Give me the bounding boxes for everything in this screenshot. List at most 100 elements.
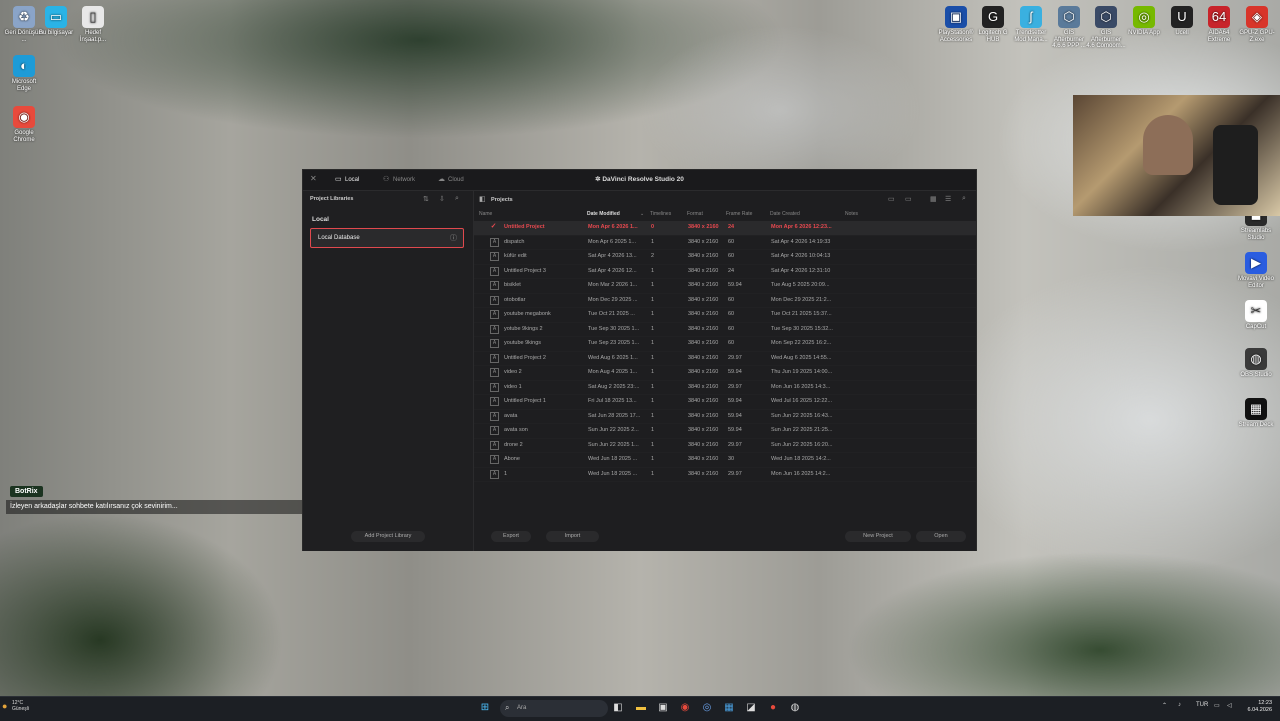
import-button[interactable]: Import xyxy=(546,531,599,542)
tray-chevron-icon[interactable]: ⌃ xyxy=(1162,702,1167,709)
project-frame-rate: 24 xyxy=(728,267,735,274)
file-explorer-icon[interactable]: ▬ xyxy=(634,701,648,715)
project-date-modified: Sat Apr 4 2026 13... xyxy=(588,253,637,259)
project-row[interactable]: Adrone 2 Sun Jun 22 2025 1... 1 3840 x 2160… xyxy=(474,439,976,453)
app2-icon[interactable]: ◎ xyxy=(700,701,714,715)
col-name[interactable]: Name xyxy=(479,211,492,217)
new-project-button[interactable]: New Project xyxy=(845,531,911,542)
chrome-icon[interactable]: ◉ xyxy=(678,701,692,715)
resolve-taskbar-icon[interactable]: ◪ xyxy=(744,701,758,715)
task-view-icon[interactable]: ◧ xyxy=(611,701,625,715)
project-row[interactable]: ✓ Untitled Project Mon Apr 6 2026 1... 0 384… xyxy=(474,221,976,236)
project-row[interactable]: Aküfür edit Sat Apr 4 2026 13... 2 3840 x 2… xyxy=(474,250,976,265)
col-timelines[interactable]: Timelines xyxy=(650,211,671,217)
project-timelines: 1 xyxy=(651,238,655,245)
clock[interactable]: 12:23 6.04.2026 xyxy=(1248,700,1272,715)
project-name: Untitled Project 1 xyxy=(504,398,546,404)
obs-icon: ◍ xyxy=(1245,348,1267,370)
col-date-created[interactable]: Date Created xyxy=(770,211,800,217)
desktop-icon[interactable]: ▶ Movavi Video Editor xyxy=(1236,252,1276,289)
network-icon[interactable]: ▭ xyxy=(1214,702,1220,709)
col-format[interactable]: Format xyxy=(687,211,703,217)
desktop-icon[interactable]: ◉ Google Chrome xyxy=(4,106,44,143)
import-library-icon[interactable]: ⇩ xyxy=(439,195,445,203)
library-item-label: Local Database xyxy=(318,235,360,241)
new-folder-icon[interactable]: ▭ xyxy=(888,195,895,203)
project-row[interactable]: Abisiklet Mon Mar 2 2026 1... 1 3840 x 2160… xyxy=(474,279,976,294)
project-date-created: Sat Apr 4 2026 14:19:33 xyxy=(771,238,831,245)
library-item-local-database[interactable]: Local Database ⓘ xyxy=(310,228,464,248)
info-icon[interactable]: ⓘ xyxy=(450,233,457,243)
webcam-person xyxy=(1143,115,1193,175)
project-row[interactable]: Avideo 1 Sat Aug 2 2025 23:... 1 3840 x 216… xyxy=(474,381,976,395)
desktop-icon[interactable]: ✂ CapCut xyxy=(1236,300,1276,331)
volume-icon[interactable]: ◁ xyxy=(1227,702,1232,709)
project-date-created: Thu Jun 19 2025 14:00... xyxy=(771,369,833,375)
export-button[interactable]: Export xyxy=(491,531,531,542)
obs-taskbar-icon[interactable]: ◍ xyxy=(788,701,802,715)
panel-toggle-icon[interactable]: ◧ xyxy=(479,195,486,203)
desktop-icon[interactable]: ▭ Bu bilgisayar xyxy=(36,6,76,37)
col-frame-rate[interactable]: Frame Rate xyxy=(726,211,752,217)
desktop-icon[interactable]: ▯ Hedef İnşaat.p... xyxy=(73,6,113,43)
weather-widget[interactable]: 12°C Güneşli xyxy=(12,700,29,712)
language-indicator[interactable]: TUR xyxy=(1196,702,1208,708)
project-row[interactable]: A Abone Wed Jun 18 2025 ... 1 3840 x 2160 30 W… xyxy=(474,453,976,468)
folder-icon[interactable]: ▭ xyxy=(905,195,912,203)
project-row[interactable]: Aotobotlar Mon Dec 29 2025 ... 1 3840 x 216… xyxy=(474,294,976,308)
app-icon[interactable]: ▣ xyxy=(656,701,670,715)
col-notes[interactable]: Notes xyxy=(845,211,858,217)
desktop-icon[interactable]: ◈ GPU-Z GPU-Z.exe xyxy=(1237,6,1277,43)
desktop-icon[interactable]: G Logitech G HUB xyxy=(973,6,1013,43)
app-title: ✲ DaVinci Resolve Studio 20 xyxy=(595,176,684,183)
search-box[interactable]: ⌕ Ara xyxy=(500,700,608,717)
record-icon[interactable]: ● xyxy=(766,701,780,715)
search-icon[interactable]: ⌕ xyxy=(455,195,459,203)
project-libraries-header: Project Libraries xyxy=(310,196,354,202)
mic-icon[interactable]: ♪ xyxy=(1178,702,1181,708)
col-date-modified[interactable]: Date Modified xyxy=(587,211,620,217)
desktop-icon[interactable]: ⬡ GIS Afterburner 4.6 Comoom... xyxy=(1086,6,1126,50)
afterburner2-icon: ⬡ xyxy=(1095,6,1117,28)
project-row[interactable]: A Untitled Project 2 Wed Aug 6 2025 1... 1 3… xyxy=(474,352,976,366)
weather-icon[interactable]: ● xyxy=(2,701,7,711)
project-row[interactable]: A Untitled Project 1 Fri Jul 18 2025 13...… xyxy=(474,395,976,410)
project-icon: A xyxy=(490,353,499,363)
list-view-icon[interactable]: ☰ xyxy=(945,195,951,203)
project-row[interactable]: Ayoutube megabonk Tue Oct 21 2025 ... 1 384… xyxy=(474,308,976,323)
project-frame-rate: 29.97 xyxy=(728,470,742,477)
project-name: dispatch xyxy=(504,238,525,245)
project-row[interactable]: A 1 Wed Jun 18 2025 ... 1 3840 x 2160 29.97 Mo… xyxy=(474,468,976,482)
desktop-icon-label: PlayStation® Accessories xyxy=(938,30,974,43)
add-project-library-button[interactable]: Add Project Library xyxy=(351,531,425,542)
desktop-icon[interactable]: ◐ Microsoft Edge xyxy=(4,55,44,92)
project-row[interactable]: Adispatch Mon Apr 6 2025 1... 1 3840 x 2160… xyxy=(474,236,976,250)
open-button[interactable]: Open xyxy=(916,531,966,542)
project-row[interactable]: Ayoutube 9kings Tue Sep 23 2025 1... 1 3840… xyxy=(474,337,976,352)
search-icon[interactable]: ⌕ xyxy=(962,195,966,203)
desktop-icon[interactable]: ◍ OBS Studio xyxy=(1236,348,1276,379)
gpuz-icon: ◈ xyxy=(1246,6,1268,28)
desktop-icon[interactable]: U Ucell xyxy=(1162,6,1202,37)
project-row[interactable]: Ayotube 9kings 2 Tue Sep 30 2025 1... 1 384… xyxy=(474,323,976,337)
desktop-icon[interactable]: 64 AIDA64 Extreme xyxy=(1199,6,1239,43)
sort-icon[interactable]: ⇅ xyxy=(423,195,429,203)
desktop-icon[interactable]: ◎ NVIDIA App xyxy=(1124,6,1164,37)
project-date-created: Wed Aug 6 2025 14:55... xyxy=(771,354,832,361)
project-row[interactable]: Aavata Sat Jun 28 2025 17... 1 3840 x 2160 5… xyxy=(474,410,976,424)
project-row[interactable]: A Untitled Project 3 Sat Apr 4 2026 12... 1… xyxy=(474,265,976,279)
project-icon: A xyxy=(490,266,499,276)
calculator-icon[interactable]: ▦ xyxy=(722,701,736,715)
start-icon[interactable]: ⊞ xyxy=(478,701,492,715)
desktop-icon[interactable]: ⬡ GIS Afterburner 4.6.6 PPP ... xyxy=(1049,6,1089,50)
project-row[interactable]: Avideo 2 Mon Aug 4 2025 1... 1 3840 x 2160 5… xyxy=(474,366,976,381)
project-row[interactable]: Aavata son Sun Jun 22 2025 2... 1 3840 x 21… xyxy=(474,424,976,439)
grid-view-icon[interactable]: ▦ xyxy=(930,195,937,203)
desktop-icon[interactable]: ʃ Trendsetter Mod Mana... xyxy=(1011,6,1051,43)
desktop-icon[interactable]: ▣ PlayStation® Accessories xyxy=(936,6,976,43)
project-date-created: Sun Jun 22 2025 16:20... xyxy=(771,441,833,448)
project-frame-rate: 60 xyxy=(728,238,735,245)
desktop-icon[interactable]: ▦ Stream Deck xyxy=(1236,398,1276,429)
taskbar: ● 12°C Güneşli ⊞ ⌕ Ara ◧ ▬ ▣ ◉ ◎ ▦ ◪ ● ◍… xyxy=(0,696,1280,721)
project-icon: A xyxy=(490,426,499,435)
